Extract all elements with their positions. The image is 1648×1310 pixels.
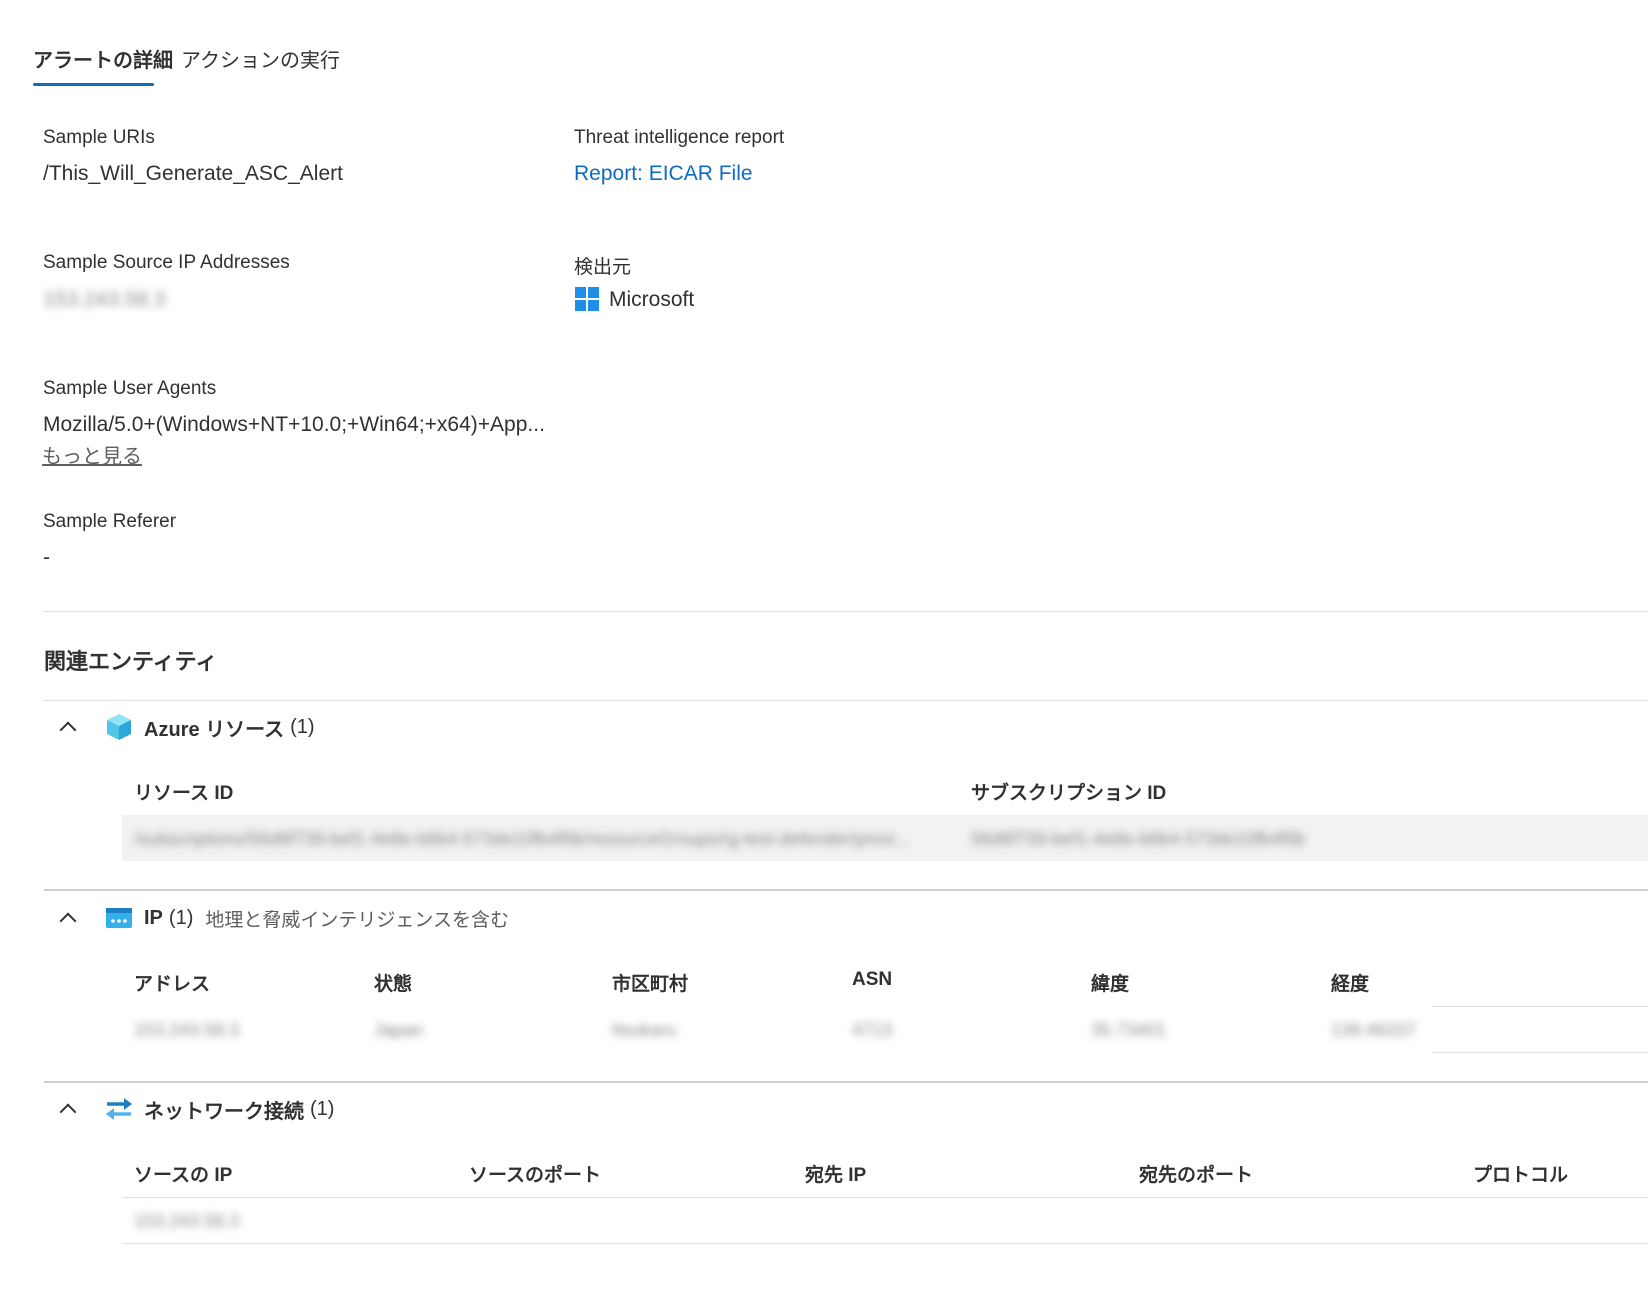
referer-value: - (43, 546, 50, 569)
ip-state-cell: Japan (374, 1020, 424, 1040)
source-ip-cell: 153.243.58.3 (134, 1211, 240, 1231)
detected-by-label: 検出元 (574, 257, 632, 278)
ip-asn-cell: 4713 (852, 1020, 893, 1040)
ip-title: IP (144, 906, 163, 929)
azure-resources-title: Azure リソース (144, 718, 285, 741)
row-divider (122, 1243, 1648, 1244)
row-divider (122, 1197, 1648, 1198)
ip-latitude-cell: 35.73401 (1091, 1020, 1167, 1040)
tab-take-action[interactable]: アクションの実行 (181, 44, 340, 73)
ip-longitude-cell: 139.46337 (1331, 1020, 1417, 1040)
column-destination-ip: 宛先 IP (805, 1165, 867, 1186)
entities-divider (44, 700, 1648, 701)
column-asn: ASN (852, 969, 893, 990)
collapse-chevron-icon[interactable] (56, 906, 80, 930)
section-divider (44, 611, 1648, 612)
collapse-chevron-icon[interactable] (56, 1097, 80, 1121)
referer-label: Sample Referer (43, 511, 177, 532)
active-tab-indicator (33, 83, 154, 86)
ip-subtitle: 地理と脅威インテリジェンスを含む (205, 909, 509, 931)
sample-uris-label: Sample URIs (43, 127, 155, 148)
column-city: 市区町村 (612, 974, 689, 995)
ip-address-icon (104, 903, 134, 933)
column-longitude: 経度 (1331, 974, 1370, 995)
tab-alert-details[interactable]: アラートの詳細 (33, 44, 173, 73)
subscription-id-cell: 56d6f739-bef1-4e8e-b6b4-573de10fb4f0b (971, 829, 1306, 849)
row-divider (1432, 1052, 1648, 1053)
column-protocol: プロトコル (1473, 1165, 1569, 1186)
microsoft-logo-icon (575, 287, 599, 311)
cube-icon (104, 712, 134, 742)
collapse-chevron-icon[interactable] (56, 715, 80, 739)
threat-report-link[interactable]: Report: EICAR File (574, 162, 753, 186)
user-agents-label: Sample User Agents (43, 378, 217, 399)
group-divider (44, 889, 1648, 891)
related-entities-title: 関連エンティティ (44, 649, 218, 674)
ip-city-cell: Itsukaru (612, 1020, 677, 1040)
group-divider (44, 1081, 1648, 1083)
source-ip-value: 153.243.58.3 (43, 288, 166, 311)
network-connection-header: ネットワーク接続 (1) (56, 1089, 334, 1129)
detected-by-value: Microsoft (609, 288, 695, 311)
column-state: 状態 (374, 974, 413, 995)
column-resource-id: リソース ID (134, 783, 234, 804)
azure-resources-header: Azure リソース (1) (56, 707, 315, 747)
show-more-link[interactable]: もっと見る (42, 440, 142, 469)
ip-address-cell: 153.243.58.3 (134, 1020, 240, 1040)
threat-report-label: Threat intelligence report (574, 127, 785, 148)
column-subscription-id: サブスクリプション ID (971, 783, 1167, 804)
network-connection-count: (1) (310, 1097, 335, 1120)
user-agents-value: Mozilla/5.0+(Windows+NT+10.0;+Win64;+x64… (43, 413, 545, 436)
column-address: アドレス (134, 974, 211, 995)
network-connection-icon (104, 1094, 134, 1124)
column-latitude: 緯度 (1091, 974, 1130, 995)
network-connection-title: ネットワーク接続 (144, 1100, 304, 1123)
column-source-ip: ソースの IP (134, 1165, 233, 1186)
column-destination-port: 宛先のポート (1139, 1165, 1254, 1186)
ip-count: (1) (168, 906, 194, 929)
resource-id-cell: /subscriptions/56d6f739-bef1-4e8e-b6b4-5… (134, 829, 910, 849)
source-ip-label: Sample Source IP Addresses (43, 252, 290, 273)
azure-resources-count: (1) (290, 715, 315, 738)
column-source-port: ソースのポート (469, 1165, 602, 1186)
sample-uris-value: /This_Will_Generate_ASC_Alert (43, 162, 343, 185)
row-divider (1432, 1006, 1648, 1007)
ip-header: IP (1) 地理と脅威インテリジェンスを含む (56, 898, 509, 938)
